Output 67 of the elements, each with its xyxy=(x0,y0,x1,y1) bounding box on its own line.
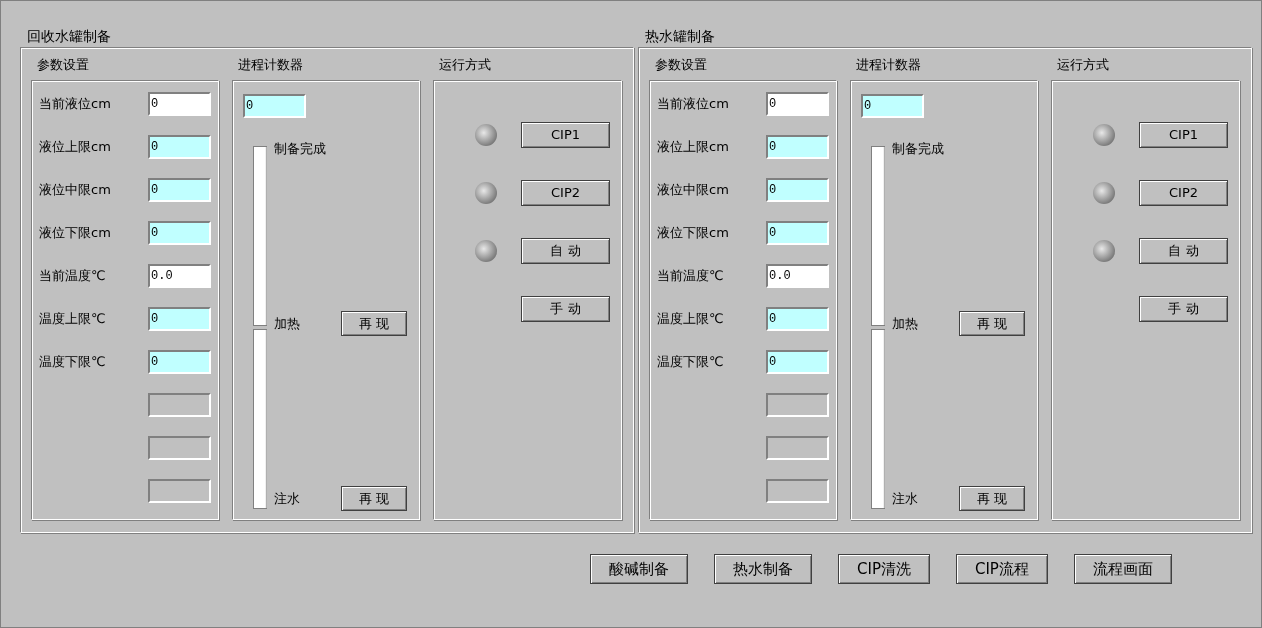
parameter-field[interactable]: 0.0 xyxy=(766,264,829,288)
parameter-field[interactable]: 0 xyxy=(766,92,829,116)
section-title: 运行方式 xyxy=(1056,56,1110,74)
parameter-field[interactable]: 0.0 xyxy=(148,264,211,288)
parameter-field[interactable]: 0 xyxy=(148,135,211,159)
replay-button[interactable]: 再 现 xyxy=(341,311,407,336)
mode-button[interactable]: CIP1 xyxy=(1139,122,1228,148)
nav-button[interactable]: 酸碱制备 xyxy=(590,554,688,584)
parameter-field[interactable]: 0 xyxy=(766,221,829,245)
parameter-label: 当前液位cm xyxy=(657,95,730,114)
parameter-field[interactable]: 0 xyxy=(148,92,211,116)
parameter-field[interactable] xyxy=(766,393,829,417)
parameter-label: 温度上限℃ xyxy=(657,310,725,329)
parameter-field[interactable] xyxy=(766,479,829,503)
parameter-field[interactable] xyxy=(148,393,211,417)
parameter-field[interactable]: 0 xyxy=(766,307,829,331)
parameter-field[interactable]: 0 xyxy=(148,350,211,374)
replay-button[interactable]: 再 现 xyxy=(341,486,407,511)
stage-label: 制备完成 xyxy=(892,139,945,158)
parameter-label: 液位上限cm xyxy=(39,138,112,157)
section-title: 运行方式 xyxy=(438,56,492,74)
parameter-field[interactable]: 0 xyxy=(148,307,211,331)
nav-button[interactable]: CIP清洗 xyxy=(838,554,930,584)
stage-label: 加热 xyxy=(892,314,919,333)
parameter-label: 当前温度℃ xyxy=(657,267,725,286)
mode-button[interactable]: 自 动 xyxy=(521,238,610,264)
parameter-field[interactable]: 0 xyxy=(766,135,829,159)
section-title: 参数设置 xyxy=(36,56,90,74)
parameter-field[interactable]: 0 xyxy=(148,221,211,245)
parameter-field[interactable] xyxy=(766,436,829,460)
nav-button[interactable]: CIP流程 xyxy=(955,554,1048,584)
mode-button[interactable]: 自 动 xyxy=(1139,238,1228,264)
stage-label: 加热 xyxy=(274,314,301,333)
group-title: 回收水罐制备 xyxy=(26,27,112,46)
parameter-label: 温度上限℃ xyxy=(39,310,107,329)
parameter-label: 温度下限℃ xyxy=(39,353,107,372)
parameter-label: 当前温度℃ xyxy=(39,267,107,286)
replay-button[interactable]: 再 现 xyxy=(959,311,1025,336)
parameter-label: 液位中限cm xyxy=(39,181,112,200)
parameter-label: 液位上限cm xyxy=(657,138,730,157)
nav-button[interactable]: 热水制备 xyxy=(714,554,812,584)
mode-button[interactable]: 手 动 xyxy=(521,296,610,322)
stage-label: 注水 xyxy=(892,489,919,508)
parameter-field[interactable]: 0 xyxy=(148,178,211,202)
parameter-label: 液位下限cm xyxy=(39,224,112,243)
parameter-field[interactable] xyxy=(148,436,211,460)
replay-button[interactable]: 再 现 xyxy=(959,486,1025,511)
parameter-label: 当前液位cm xyxy=(39,95,112,114)
counter-field[interactable]: 0 xyxy=(243,94,306,118)
section-title: 参数设置 xyxy=(654,56,708,74)
parameter-field[interactable]: 0 xyxy=(766,178,829,202)
parameter-field[interactable] xyxy=(148,479,211,503)
nav-button[interactable]: 流程画面 xyxy=(1073,554,1172,584)
mode-button[interactable]: CIP1 xyxy=(521,122,610,148)
stage-label: 注水 xyxy=(274,489,301,508)
group-title: 热水罐制备 xyxy=(644,27,716,46)
parameter-label: 温度下限℃ xyxy=(657,353,725,372)
parameter-label: 液位下限cm xyxy=(657,224,730,243)
section-title: 进程计数器 xyxy=(855,56,922,74)
mode-button[interactable]: CIP2 xyxy=(1139,180,1228,206)
stage-label: 制备完成 xyxy=(274,139,327,158)
counter-field[interactable]: 0 xyxy=(861,94,924,118)
parameter-label: 液位中限cm xyxy=(657,181,730,200)
mode-button[interactable]: CIP2 xyxy=(521,180,610,206)
section-title: 进程计数器 xyxy=(237,56,304,74)
parameter-field[interactable]: 0 xyxy=(766,350,829,374)
mode-button[interactable]: 手 动 xyxy=(1139,296,1228,322)
